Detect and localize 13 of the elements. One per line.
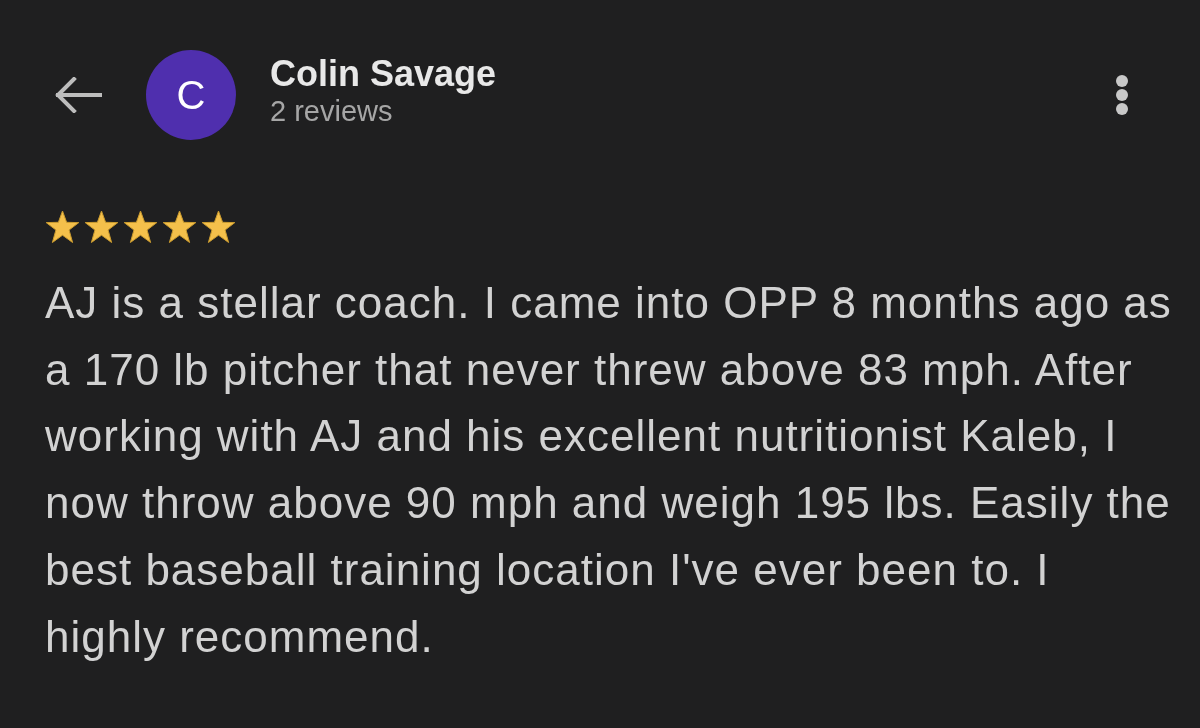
star-filled-icon bbox=[45, 210, 80, 244]
back-arrow-icon bbox=[54, 77, 102, 113]
review-text: AJ is a stellar coach. I came into OPP 8 months ago as a 170 lb pitcher that never threw above 83 mph. After working with AJ and his excellent nutritionist Kaleb, I now throw above 90 mph and weigh 195 lbs. Easily the best baseball training location I've ever been to. I highly recommend. bbox=[45, 277, 1173, 663]
star-filled-icon bbox=[84, 210, 119, 244]
review-count: 2 reviews bbox=[270, 94, 394, 128]
more-options-icon bbox=[1114, 75, 1130, 115]
avatar: C bbox=[146, 50, 236, 140]
back-button[interactable] bbox=[54, 77, 102, 113]
star-filled-icon bbox=[162, 210, 197, 244]
star-filled-icon bbox=[123, 210, 158, 244]
more-options-button[interactable] bbox=[1114, 75, 1130, 115]
reviewer-name: Colin Savage bbox=[270, 54, 498, 94]
star-filled-icon bbox=[201, 210, 236, 244]
